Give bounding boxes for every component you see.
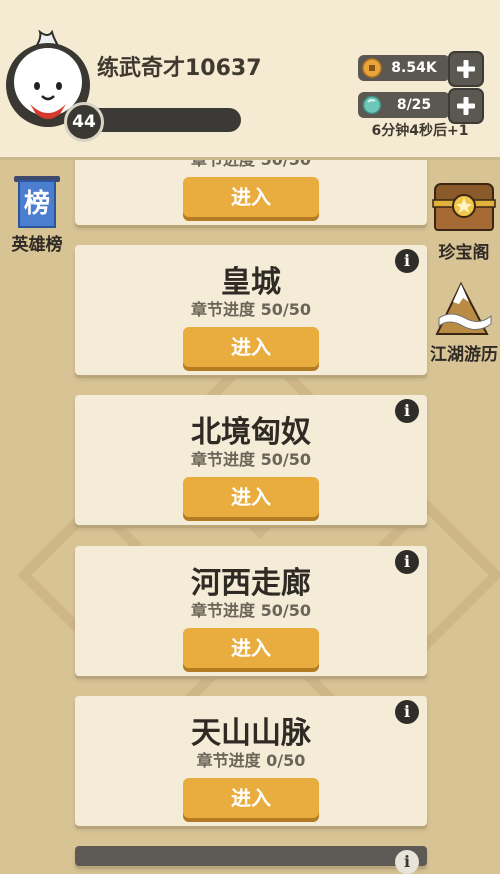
chapter-title: 皇城: [221, 265, 281, 300]
chapter-card-locked: i: [75, 846, 427, 874]
chapter-title: 北境匈奴: [191, 415, 311, 450]
username: 练武奇才10637: [97, 56, 262, 81]
enter-button[interactable]: 进入: [183, 477, 319, 517]
enter-button[interactable]: 进入: [183, 327, 319, 367]
stamina-regen-timer: 6分钟4秒后+1: [371, 123, 469, 139]
chapter-card: i 皇城 章节进度 50/50 进入: [75, 245, 427, 375]
enter-button[interactable]: 进入: [183, 628, 319, 668]
treasure-pavilion-button[interactable]: 珍宝阁: [428, 180, 500, 263]
chapter-progress: 章节进度 0/50: [196, 751, 306, 770]
chapter-progress: 章节进度 50/50: [191, 601, 311, 620]
level-badge: 44: [64, 102, 104, 142]
travel-label: 江湖游历: [430, 345, 498, 365]
add-coins-button[interactable]: [448, 51, 484, 87]
coin-icon: [362, 58, 382, 78]
chapter-card: i 河西走廊 章节进度 50/50 进入: [75, 546, 427, 676]
enter-button[interactable]: 进入: [183, 177, 319, 217]
mountain-scroll-icon: [435, 281, 492, 335]
ranking-glyph: 榜: [18, 180, 56, 228]
enter-button[interactable]: 进入: [183, 778, 319, 818]
chapter-title: 天山山脉: [191, 716, 311, 751]
treasure-label: 珍宝阁: [438, 243, 490, 263]
jade-drop-icon: [362, 95, 382, 115]
plus-icon: [457, 97, 475, 115]
chapter-title: 河西走廊: [191, 566, 311, 601]
coins-counter: 8.54K: [358, 55, 450, 81]
ranking-label: 英雄榜: [11, 235, 63, 255]
ranking-banner-icon: 榜: [14, 176, 60, 230]
treasure-chest-icon: [432, 183, 496, 231]
stamina-counter: 8/25: [358, 92, 450, 118]
coins-value: 8.54K: [391, 60, 437, 76]
chapter-card: i 天山山脉 章节进度 0/50 进入: [75, 696, 427, 826]
chapter-progress: 章节进度 50/50: [191, 300, 311, 319]
chapter-card: i 北境匈奴 章节进度 50/50 进入: [75, 395, 427, 525]
plus-icon: [457, 60, 475, 78]
chapter-progress: 章节进度 50/50: [191, 450, 311, 469]
hero-ranking-button[interactable]: 榜 英雄榜: [0, 176, 74, 255]
info-icon[interactable]: i: [395, 850, 419, 874]
jianghu-travel-button[interactable]: 江湖游历: [428, 278, 500, 365]
add-stamina-button[interactable]: [448, 88, 484, 124]
player-header: 44 练武奇才10637 8.54K 8/25 6分钟4秒后+1: [0, 0, 500, 160]
stamina-value: 8/25: [396, 97, 432, 113]
experience-bar: [84, 108, 241, 132]
